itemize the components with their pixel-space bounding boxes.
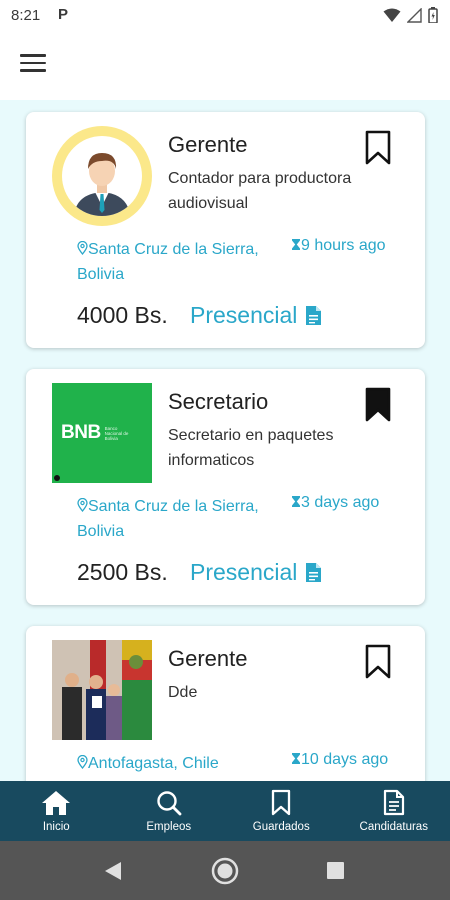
nav-label: Empleos [146, 820, 192, 833]
nav-item-empleos[interactable]: Empleos [113, 781, 226, 841]
posted-text: 3 days ago [301, 494, 380, 511]
job-location: Antofagasta, Chile [77, 751, 287, 776]
recent-apps-icon[interactable] [327, 862, 344, 879]
nav-label: Candidaturas [359, 821, 428, 833]
location-text: Antofagasta, Chile [88, 755, 219, 772]
people-photo-image [52, 640, 152, 740]
bookmark-filled-icon[interactable] [365, 387, 391, 423]
location-text: Santa Cruz de la Sierra, Bolivia [77, 241, 259, 283]
nav-label: Guardados [252, 821, 310, 833]
document-icon [383, 789, 404, 816]
company-photo [52, 640, 152, 740]
location-text: Santa Cruz de la Sierra, Bolivia [77, 498, 259, 540]
bnb-logo-subtext: Banco Nacional de Bolivia [104, 425, 129, 441]
hourglass-icon [292, 753, 300, 764]
document-icon [306, 563, 322, 582]
modality-link[interactable]: Presencial [190, 559, 322, 586]
salary: 4000 Bs. [77, 302, 168, 328]
posted-time: 9 hours ago [291, 237, 386, 255]
bnb-logo-text: BNB [61, 422, 101, 443]
bookmark-outline-icon[interactable] [365, 644, 391, 680]
app-bar [0, 32, 450, 100]
nav-label: Inicio [42, 820, 70, 833]
job-location: Santa Cruz de la Sierra, Bolivia [77, 494, 287, 544]
back-icon[interactable] [104, 861, 122, 881]
posted-time: 10 days ago [291, 751, 388, 769]
hourglass-icon [292, 496, 300, 507]
parking-notification-icon: P [58, 6, 69, 23]
job-title: Secretario [168, 389, 269, 414]
document-icon [306, 306, 322, 325]
posted-text: 9 hours ago [301, 237, 386, 254]
job-description: Dde [168, 684, 198, 701]
company-logo [52, 126, 152, 226]
hamburger-menu-icon[interactable] [20, 54, 46, 76]
posted-time: 3 days ago [291, 494, 379, 512]
job-list[interactable]: Gerente Contador para productora audiovi… [0, 100, 450, 781]
location-pin-icon [77, 240, 88, 256]
system-navigation-bar [0, 841, 450, 900]
job-description: Secretario en paquetes informaticos [168, 427, 334, 469]
bottom-navigation: Inicio Empleos Guardados Candidaturas [0, 781, 450, 841]
avatar [52, 126, 152, 226]
company-logo: BNB Banco Nacional de Bolivia [52, 383, 152, 483]
battery-icon [428, 7, 438, 23]
nav-item-guardados[interactable]: Guardados [225, 781, 338, 841]
job-description: Contador para productora audiovisual [168, 170, 352, 212]
job-card[interactable]: Gerente Dde Antofagasta, Chile 10 days a… [26, 626, 425, 781]
job-location: Santa Cruz de la Sierra, Bolivia [77, 237, 287, 287]
nav-item-inicio[interactable]: Inicio [0, 781, 113, 841]
user-avatar-icon [74, 153, 130, 216]
company-logo [52, 640, 152, 740]
location-pin-icon [77, 754, 88, 770]
job-card[interactable]: BNB Banco Nacional de Bolivia Secretario… [26, 369, 425, 605]
status-icons [383, 7, 438, 23]
home-icon [42, 790, 71, 815]
job-title: Gerente [168, 646, 248, 671]
modality-label: Presencial [190, 559, 298, 585]
search-icon [157, 790, 182, 815]
modality-label: Presencial [190, 302, 298, 328]
hourglass-icon [292, 239, 300, 250]
job-title: Gerente [168, 132, 248, 157]
salary: 2500 Bs. [77, 559, 168, 585]
home-circle-icon[interactable] [211, 857, 239, 885]
signal-icon [407, 7, 422, 23]
bnb-logo: BNB Banco Nacional de Bolivia [52, 383, 152, 483]
location-pin-icon [77, 497, 88, 513]
wifi-icon [383, 8, 401, 22]
nav-item-candidaturas[interactable]: Candidaturas [338, 781, 450, 841]
bookmark-icon [272, 789, 291, 816]
bookmark-outline-icon[interactable] [365, 130, 391, 166]
modality-link[interactable]: Presencial [190, 302, 322, 329]
status-time: 8:21 [11, 7, 41, 24]
job-card[interactable]: Gerente Contador para productora audiovi… [26, 112, 425, 348]
posted-text: 10 days ago [301, 751, 389, 768]
logo-dot [54, 475, 60, 481]
status-bar: 8:21 P [0, 0, 450, 32]
